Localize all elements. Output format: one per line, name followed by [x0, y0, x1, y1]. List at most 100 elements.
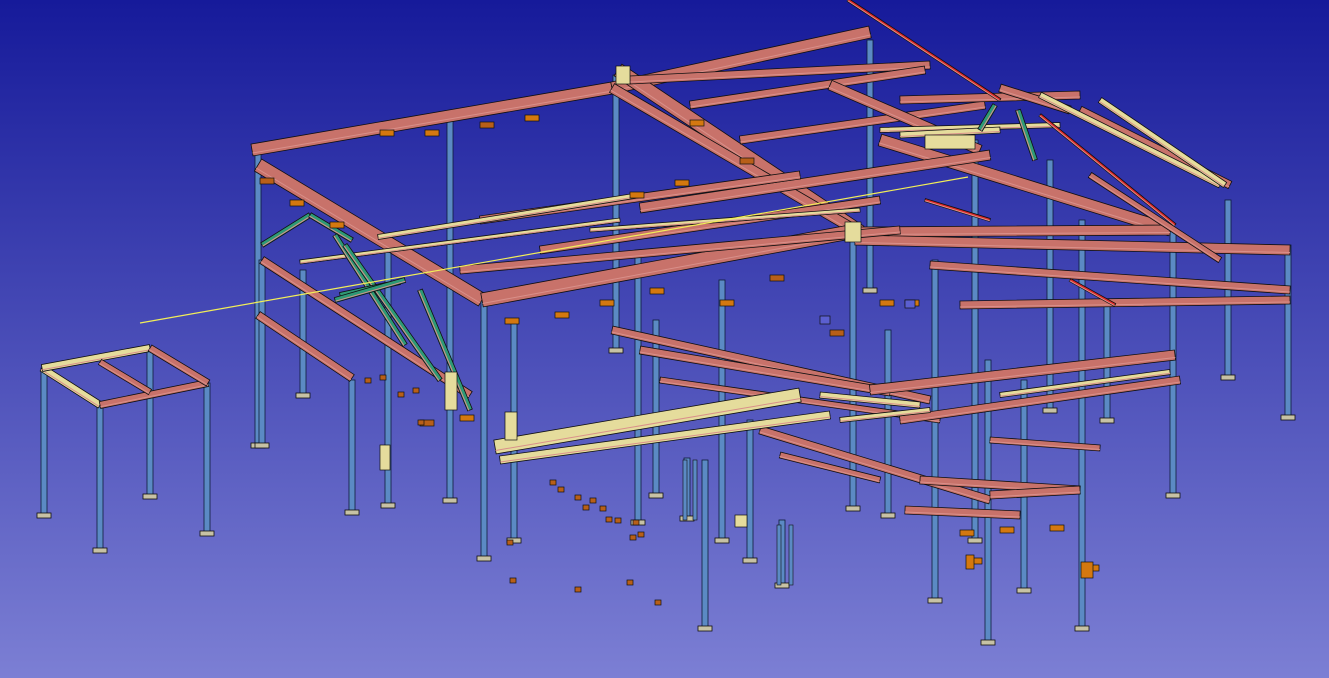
- column-base-plate: [845, 505, 861, 512]
- column: [652, 319, 660, 496]
- connection-plate: [605, 516, 613, 523]
- connection-plate: [924, 134, 976, 150]
- connection-plate: [379, 129, 395, 137]
- connection-plate: [364, 377, 372, 384]
- column: [634, 249, 642, 523]
- connection-plate: [632, 519, 640, 526]
- column-base-plate: [1280, 414, 1296, 421]
- column-base-plate: [880, 512, 896, 519]
- connection-plate: [615, 65, 631, 85]
- steel-structure-model[interactable]: [0, 0, 1329, 678]
- column-base-plate: [862, 287, 878, 294]
- column-base-plate: [714, 537, 730, 544]
- connection-plate: [844, 221, 862, 243]
- connection-plate: [574, 494, 582, 501]
- connection-plate: [999, 526, 1015, 534]
- connection-plate: [417, 419, 425, 426]
- connection-plate: [959, 529, 975, 537]
- column: [612, 74, 620, 351]
- connection-plate: [599, 505, 607, 512]
- column-base-plate: [36, 512, 52, 519]
- connection-plate: [719, 299, 735, 307]
- column: [701, 459, 709, 629]
- connection-plate: [459, 414, 475, 422]
- connection-plate: [629, 191, 645, 199]
- column: [1169, 229, 1177, 496]
- column-base-plate: [1165, 492, 1181, 499]
- connection-plate: [589, 497, 597, 504]
- 3d-viewport[interactable]: [0, 0, 1329, 678]
- connection-plate: [819, 315, 831, 325]
- post: [788, 524, 794, 586]
- connection-plate: [479, 121, 495, 129]
- connection-plate: [444, 371, 458, 411]
- column: [746, 419, 754, 561]
- column-base-plate: [1220, 374, 1236, 381]
- connection-plate: [629, 534, 637, 541]
- connection-plate: [626, 579, 634, 586]
- column-base-plate: [1042, 407, 1058, 414]
- connection-plate: [599, 299, 615, 307]
- column-base-plate: [254, 442, 270, 449]
- connection-plate: [654, 599, 662, 606]
- column: [931, 259, 939, 601]
- post: [682, 459, 688, 521]
- connection-plate: [879, 299, 895, 307]
- connection-plate: [289, 199, 305, 207]
- connection-plate: [524, 114, 540, 122]
- column: [96, 406, 104, 551]
- connection-plate: [509, 577, 517, 584]
- connection-plate: [259, 177, 275, 185]
- connection-plate: [769, 274, 785, 282]
- column-base-plate: [1099, 417, 1115, 424]
- connection-plate: [904, 299, 916, 309]
- connection-plate: [557, 486, 565, 493]
- beam: [859, 224, 1171, 238]
- column-base-plate: [442, 497, 458, 504]
- connection-plate: [582, 504, 590, 511]
- connection-plate: [689, 119, 705, 127]
- column: [446, 119, 454, 501]
- column-base-plate: [608, 347, 624, 354]
- connection-plate: [614, 517, 622, 524]
- connection-plate: [574, 586, 582, 593]
- column: [40, 367, 48, 516]
- column-base-plate: [1074, 625, 1090, 632]
- column: [480, 299, 488, 559]
- connection-plate: [329, 221, 345, 229]
- column-base-plate: [199, 530, 215, 537]
- connection-plate: [965, 554, 975, 570]
- connection-plate: [504, 317, 520, 325]
- column-base-plate: [1016, 587, 1032, 594]
- column-base-plate: [742, 557, 758, 564]
- column-base-plate: [344, 509, 360, 516]
- connection-plate: [504, 411, 518, 441]
- column-base-plate: [380, 502, 396, 509]
- connection-plate: [649, 287, 665, 295]
- post: [692, 459, 698, 521]
- connection-plate: [637, 531, 645, 538]
- connection-plate: [412, 387, 420, 394]
- column: [348, 379, 356, 513]
- column: [849, 234, 857, 509]
- column: [203, 382, 211, 534]
- connection-plate: [674, 179, 690, 187]
- column-base-plate: [295, 392, 311, 399]
- connection-plate: [554, 311, 570, 319]
- column: [884, 329, 892, 516]
- column-base-plate: [142, 493, 158, 500]
- column-base-plate: [648, 492, 664, 499]
- connection-plate: [1080, 561, 1094, 579]
- connection-plate: [549, 479, 557, 486]
- connection-plate: [397, 391, 405, 398]
- column-base-plate: [980, 639, 996, 646]
- post: [776, 524, 782, 586]
- connection-plate: [739, 157, 755, 165]
- column-base-plate: [92, 547, 108, 554]
- column: [258, 259, 266, 446]
- connection-plate: [1049, 524, 1065, 532]
- connection-plate: [506, 539, 514, 546]
- column: [146, 349, 154, 497]
- column-base-plate: [697, 625, 713, 632]
- connection-plate: [379, 444, 391, 471]
